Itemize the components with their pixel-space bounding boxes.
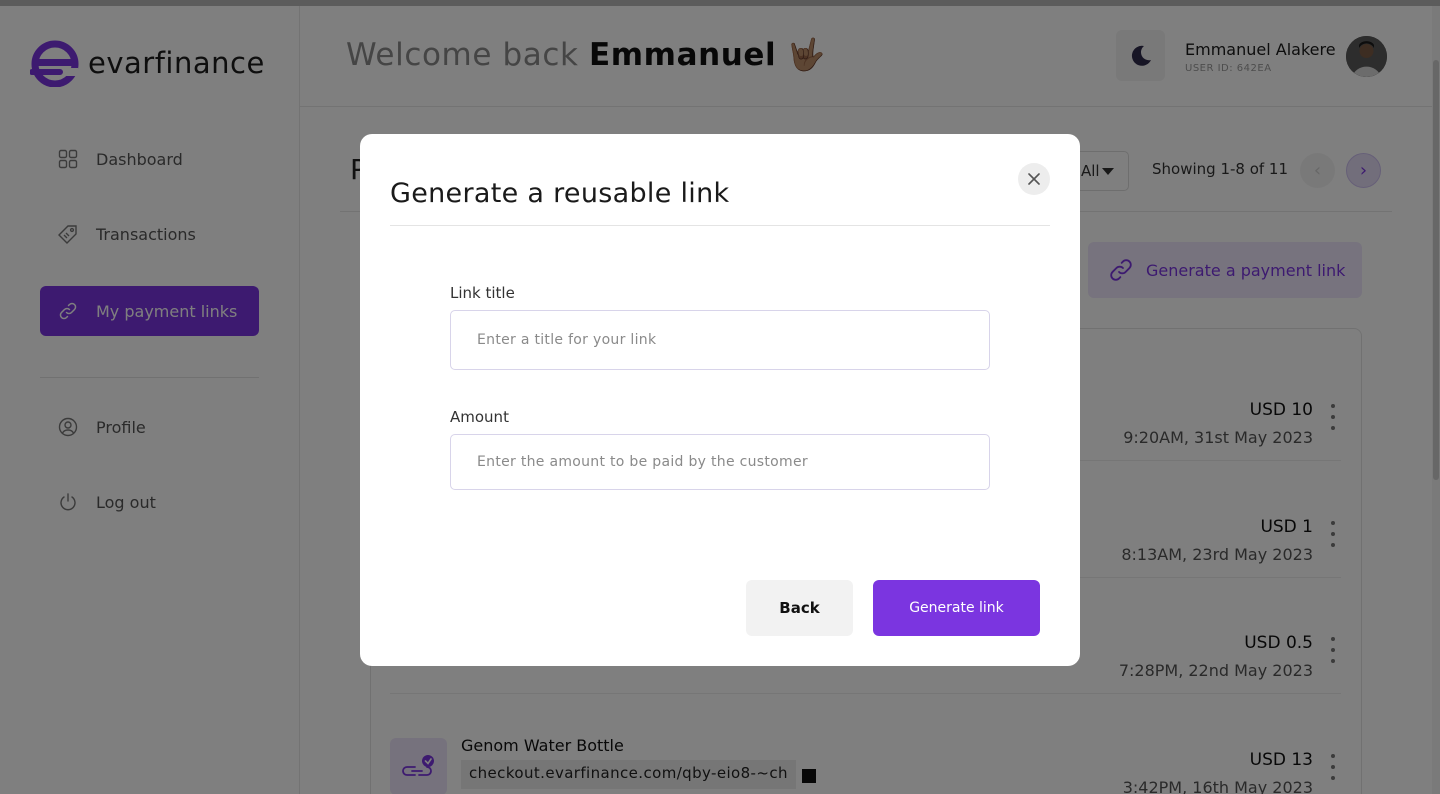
link-title-label: Link title — [450, 284, 515, 302]
modal-divider — [390, 225, 1050, 226]
modal-title: Generate a reusable link — [390, 178, 730, 209]
amount-label: Amount — [450, 408, 509, 426]
back-button[interactable]: Back — [746, 580, 853, 636]
generate-reusable-link-modal: Generate a reusable link Link title Amou… — [360, 134, 1080, 666]
link-title-input[interactable] — [450, 310, 990, 370]
amount-input[interactable] — [450, 434, 990, 490]
generate-link-button[interactable]: Generate link — [873, 580, 1040, 636]
close-icon — [1028, 173, 1040, 185]
close-button[interactable] — [1018, 163, 1050, 195]
